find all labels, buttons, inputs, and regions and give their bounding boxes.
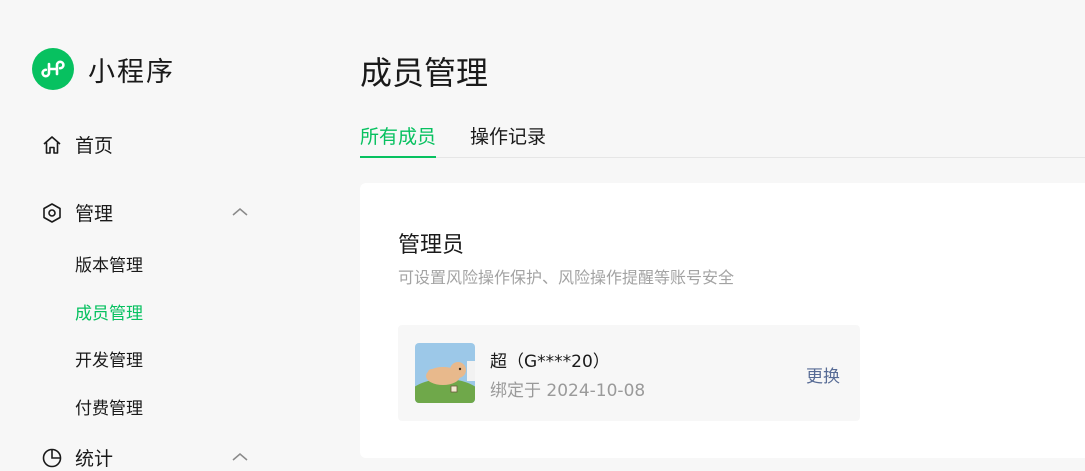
chevron-up-icon[interactable] bbox=[230, 447, 250, 467]
chevron-up-icon[interactable] bbox=[230, 202, 250, 222]
page-title: 成员管理 bbox=[360, 54, 489, 92]
tab-all-members[interactable]: 所有成员 bbox=[360, 122, 437, 158]
sidebar-item-home[interactable]: 首页 bbox=[40, 131, 113, 158]
avatar bbox=[415, 343, 475, 403]
sidebar-subitem-members[interactable]: 成员管理 bbox=[75, 299, 143, 324]
sidebar-item-manage[interactable]: 管理 bbox=[40, 199, 113, 226]
sidebar-subitem-dev[interactable]: 开发管理 bbox=[75, 346, 143, 371]
sidebar-item-stats[interactable]: 统计 bbox=[40, 444, 113, 471]
admin-name: 超（G****20） bbox=[490, 352, 610, 372]
admin-bound-date: 绑定于 2024-10-08 bbox=[490, 381, 646, 401]
sidebar-subitem-payment[interactable]: 付费管理 bbox=[75, 394, 143, 419]
main-content: 成员管理 所有成员 操作记录 管理员 可设置风险操作保护、风险操作提醒等账号安全 bbox=[290, 0, 1085, 471]
sidebar: 小程序 首页 管理 版本管理 成员管理 开发管理 付费管理 统计 bbox=[0, 0, 290, 471]
tab-operation-log[interactable]: 操作记录 bbox=[470, 122, 546, 158]
admin-entry: 超（G****20） 绑定于 2024-10-08 更换 bbox=[398, 325, 860, 421]
pie-chart-icon bbox=[40, 446, 64, 470]
tab-bar: 所有成员 操作记录 bbox=[360, 122, 1085, 158]
sidebar-item-label: 统计 bbox=[75, 448, 114, 470]
brand-name: 小程序 bbox=[88, 56, 175, 88]
home-icon bbox=[40, 133, 64, 157]
brand[interactable]: 小程序 bbox=[32, 48, 175, 90]
change-admin-link[interactable]: 更换 bbox=[806, 362, 840, 387]
admin-card-title: 管理员 bbox=[398, 233, 465, 258]
hexagon-settings-icon bbox=[40, 201, 64, 225]
sidebar-item-label: 管理 bbox=[75, 203, 114, 225]
miniprogram-logo-icon bbox=[32, 48, 74, 90]
admin-card: 管理员 可设置风险操作保护、风险操作提醒等账号安全 超（G****20） 绑定于… bbox=[360, 183, 1085, 458]
admin-card-description: 可设置风险操作保护、风险操作提醒等账号安全 bbox=[398, 268, 735, 287]
sidebar-item-label: 首页 bbox=[75, 135, 114, 157]
sidebar-subitem-version[interactable]: 版本管理 bbox=[75, 251, 143, 276]
